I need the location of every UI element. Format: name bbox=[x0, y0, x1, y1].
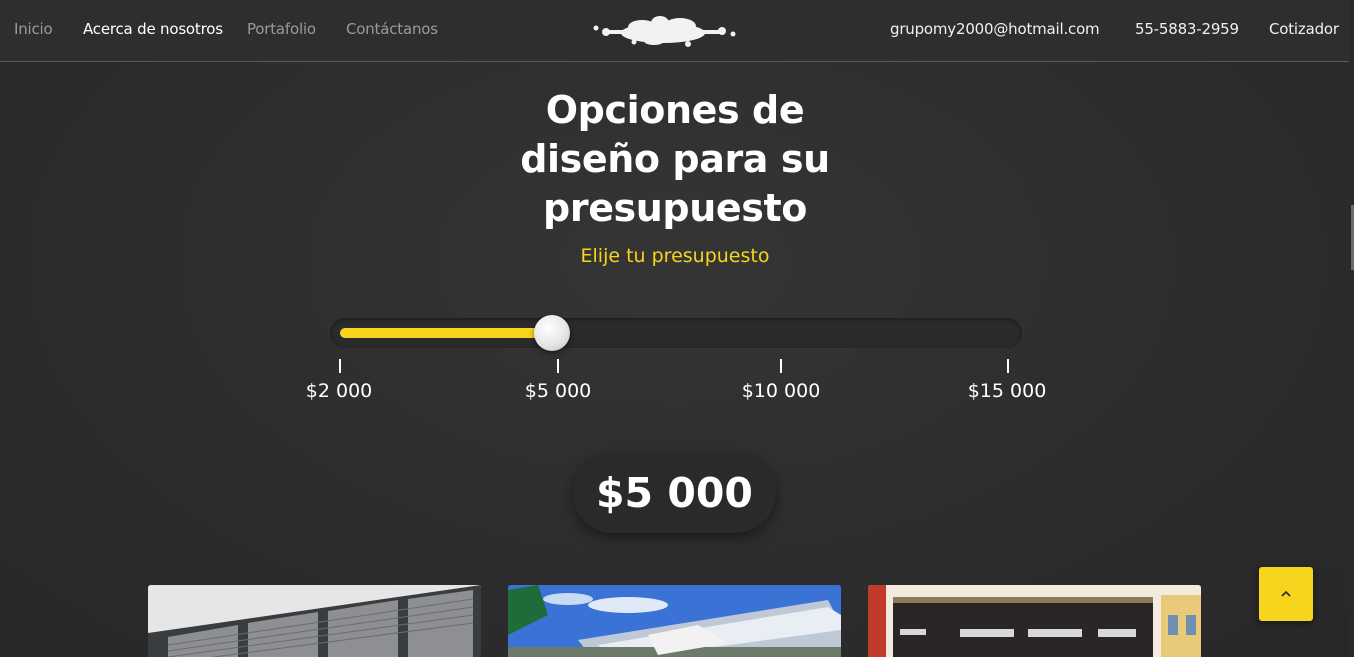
slider-tick bbox=[1007, 359, 1009, 373]
nav-contactanos[interactable]: Contáctanos bbox=[346, 20, 438, 38]
design-card-1[interactable] bbox=[148, 585, 481, 657]
window-blinds-image-icon bbox=[148, 585, 481, 657]
design-card-3[interactable] bbox=[868, 585, 1201, 657]
nav-email[interactable]: grupomy2000@hotmail.com bbox=[890, 20, 1100, 38]
top-navigation: Inicio Acerca de nosotros Portafolio Con… bbox=[0, 0, 1349, 62]
budget-subtitle: Elije tu presupuesto bbox=[580, 245, 770, 267]
chevron-up-icon bbox=[1281, 590, 1291, 597]
paint-splash-logo-icon[interactable] bbox=[584, 14, 742, 48]
slider-handle[interactable] bbox=[533, 315, 570, 351]
page-title: Opciones de diseño para su presupuesto bbox=[520, 88, 830, 230]
slider-option-10000[interactable]: $10 000 bbox=[742, 380, 821, 402]
nav-acerca[interactable]: Acerca de nosotros bbox=[83, 20, 223, 38]
slider-option-5000[interactable]: $5 000 bbox=[525, 380, 591, 402]
slider-option-15000[interactable]: $15 000 bbox=[968, 380, 1047, 402]
glass-canopy-image-icon bbox=[508, 585, 841, 657]
design-card-2[interactable] bbox=[508, 585, 841, 657]
page-scrollbar[interactable] bbox=[1349, 0, 1354, 657]
selected-price: $5 000 bbox=[573, 453, 776, 533]
budget-slider[interactable] bbox=[330, 315, 1022, 351]
nav-phone[interactable]: 55-5883-2959 bbox=[1135, 20, 1239, 38]
nav-inicio[interactable]: Inicio bbox=[14, 20, 53, 38]
slider-fill bbox=[340, 328, 552, 338]
back-to-top-button[interactable] bbox=[1259, 567, 1313, 621]
slider-tick bbox=[339, 359, 341, 373]
slider-tick bbox=[780, 359, 782, 373]
garage-door-image-icon bbox=[868, 585, 1201, 657]
slider-option-2000[interactable]: $2 000 bbox=[306, 380, 372, 402]
slider-tick bbox=[557, 359, 559, 373]
nav-cotizador[interactable]: Cotizador bbox=[1269, 20, 1339, 38]
nav-portafolio[interactable]: Portafolio bbox=[247, 20, 316, 38]
